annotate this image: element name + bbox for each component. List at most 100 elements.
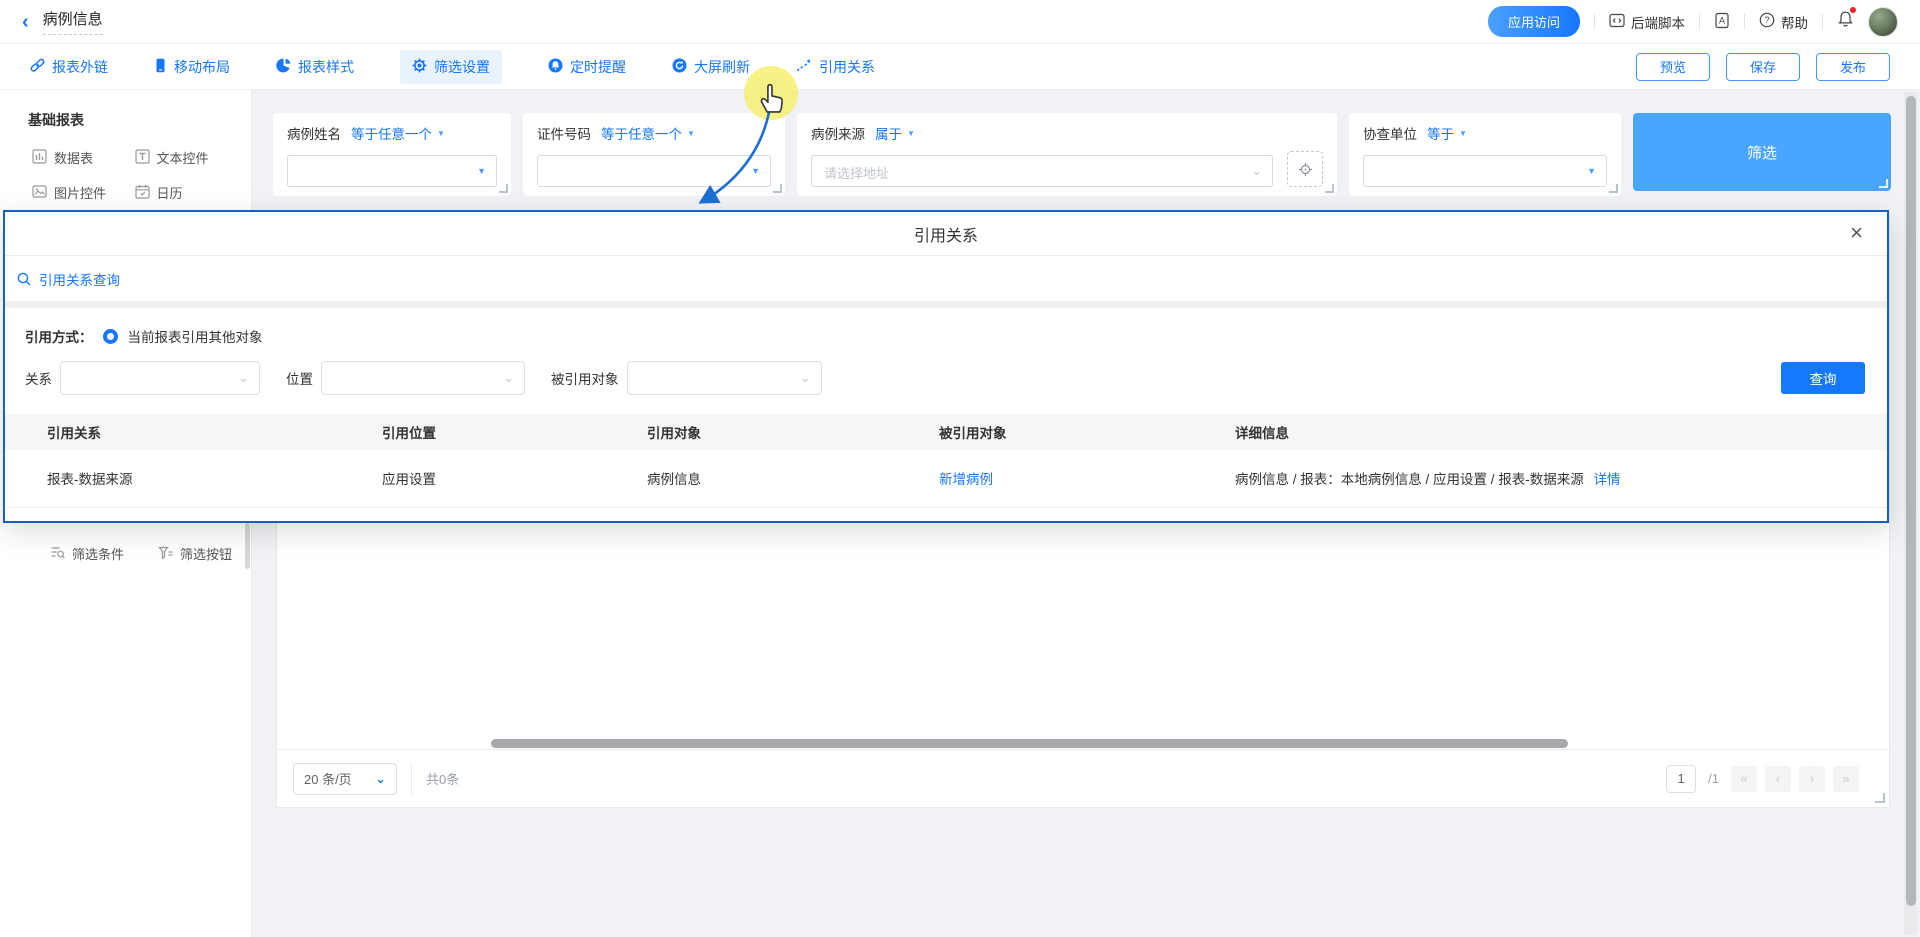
next-page-button[interactable]: › (1799, 766, 1825, 792)
toolbar-item-filter-settings[interactable]: 筛选设置 (400, 50, 502, 84)
case-name-select[interactable]: ▼ (287, 155, 497, 187)
image-widget-icon (32, 184, 47, 202)
address-select[interactable]: 请选择地址 ⌄ (811, 155, 1273, 187)
publish-button[interactable]: 发布 (1816, 53, 1890, 81)
toolbar-item-report-style[interactable]: 报表样式 (276, 57, 354, 77)
pie-icon (276, 58, 291, 76)
question-icon: ? (1759, 12, 1775, 31)
reference-relations-modal: 引用关系 × 引用关系查询 引用方式： 当前报表引用其他对象 关系 ⌄ 位置 ⌄… (3, 210, 1889, 523)
operator-dropdown[interactable]: 等于 (1427, 123, 1454, 143)
operator-dropdown[interactable]: 等于任意一个 (601, 123, 682, 143)
preview-button[interactable]: 预览 (1636, 53, 1710, 81)
id-number-select[interactable]: ▼ (537, 155, 771, 187)
mode-option-label: 当前报表引用其他对象 (128, 326, 263, 346)
total-count: 共0条 (426, 769, 459, 788)
location-picker-button[interactable] (1287, 151, 1323, 187)
page-total-label: /1 (1708, 771, 1719, 786)
notification-bell-icon[interactable] (1837, 10, 1854, 33)
table-header-row: 引用关系 引用位置 引用对象 被引用对象 详细信息 (5, 414, 1887, 450)
data-table-icon (32, 149, 47, 167)
last-page-button[interactable]: » (1833, 766, 1859, 792)
filter-label: 证件号码 (537, 123, 591, 143)
horizontal-scrollbar-thumb[interactable] (491, 739, 1568, 748)
reference-table: 引用关系 引用位置 引用对象 被引用对象 详细信息 报表-数据来源 应用设置 病… (5, 414, 1887, 508)
assist-unit-select[interactable]: ▼ (1363, 155, 1607, 187)
relation-field-label: 关系 (25, 368, 52, 388)
col-header: 引用关系 (5, 414, 382, 450)
top-header: ‹ 病例信息 应用访问 后端脚本 A ? 帮助 (0, 0, 1920, 44)
operator-dropdown[interactable]: 属于 (875, 123, 902, 143)
sidebar-item-image-widget[interactable]: 图片控件 (32, 183, 135, 202)
svg-text:?: ? (1764, 15, 1769, 25)
referenced-object-link[interactable]: 新增病例 (939, 472, 993, 487)
operator-dropdown[interactable]: 等于任意一个 (351, 123, 432, 143)
sidebar-item-calendar[interactable]: 日历 (135, 183, 238, 202)
address-placeholder: 请选择地址 (824, 163, 889, 182)
reference-query-tab[interactable]: 引用关系查询 (5, 256, 1887, 301)
first-page-button[interactable]: « (1731, 766, 1757, 792)
backend-script-button[interactable]: 后端脚本 (1609, 12, 1685, 32)
mode-radio-selected[interactable] (103, 329, 118, 344)
chevron-down-icon: ⌄ (800, 370, 811, 386)
save-button[interactable]: 保存 (1726, 53, 1800, 81)
filter-submit-button[interactable]: 筛选 (1633, 113, 1891, 191)
cell-relation: 报表-数据来源 (5, 450, 382, 507)
link-icon (30, 58, 45, 76)
detail-link[interactable]: 详情 (1594, 472, 1621, 487)
toolbar-item-screen-refresh[interactable]: 大屏刷新 (672, 57, 750, 77)
page-size-select[interactable]: 20 条/页 ⌄ (293, 763, 397, 795)
page-number-input[interactable] (1666, 765, 1696, 793)
notification-dot (1850, 7, 1856, 13)
chevron-down-icon: ⌄ (238, 370, 249, 386)
relation-icon (796, 58, 812, 76)
close-icon[interactable]: × (1850, 220, 1863, 246)
col-header: 被引用对象 (939, 414, 1235, 450)
query-button[interactable]: 查询 (1781, 362, 1865, 394)
col-header: 引用位置 (382, 414, 647, 450)
code-icon (1609, 13, 1625, 31)
sidebar-item-data-table[interactable]: 数据表 (32, 148, 135, 167)
filter-label: 协查单位 (1363, 123, 1417, 143)
gear-icon (412, 58, 427, 76)
app-access-button[interactable]: 应用访问 (1488, 6, 1580, 37)
page-title[interactable]: 病例信息 (43, 8, 103, 35)
page-scrollbar[interactable] (1904, 92, 1917, 935)
sidebar-item-text-widget[interactable]: 文本控件 (135, 148, 238, 167)
toolbar-item-mobile-layout[interactable]: 移动布局 (154, 57, 230, 77)
referenced-select[interactable]: ⌄ (627, 361, 822, 395)
cell-detail: 病例信息 / 报表：本地病例信息 / 应用设置 / 报表-数据来源 (1235, 472, 1584, 487)
relation-select[interactable]: ⌄ (60, 361, 260, 395)
section-divider (5, 301, 1887, 308)
dropdown-triangle-icon: ▼ (477, 166, 486, 176)
mobile-icon (154, 58, 167, 76)
sidebar-scrollbar-thumb[interactable] (245, 523, 250, 569)
position-select[interactable]: ⌄ (321, 361, 525, 395)
filter-card-assist-unit: 协查单位 等于 ▼ ▼ (1349, 113, 1621, 196)
text-widget-icon (135, 149, 150, 167)
prev-page-button[interactable]: ‹ (1765, 766, 1791, 792)
col-header: 详细信息 (1235, 414, 1887, 450)
sidebar-heading: 基础报表 (28, 110, 251, 130)
back-icon[interactable]: ‹ (22, 12, 29, 32)
divider (411, 763, 412, 795)
filter-button-icon (158, 545, 173, 563)
toolbar-item-reference-relations[interactable]: 引用关系 (796, 57, 875, 77)
divider (1699, 14, 1700, 30)
cell-position: 应用设置 (382, 450, 647, 507)
filter-card-case-name: 病例姓名 等于任意一个 ▼ ▼ (273, 113, 511, 196)
sidebar-item-filter-condition[interactable]: 筛选条件 (50, 544, 158, 563)
toolbar-item-timed-reminder[interactable]: 定时提醒 (548, 57, 626, 77)
dropdown-triangle-icon: ▼ (687, 129, 695, 138)
help-button[interactable]: ? 帮助 (1759, 12, 1808, 32)
calendar-icon (135, 184, 150, 202)
col-header: 引用对象 (647, 414, 939, 450)
modal-title: 引用关系 (914, 222, 978, 246)
toolbar-item-report-link[interactable]: 报表外链 (30, 57, 108, 77)
divider (1822, 14, 1823, 30)
filter-card-id-number: 证件号码 等于任意一个 ▼ ▼ (523, 113, 785, 196)
page-scrollbar-thumb[interactable] (1906, 96, 1916, 906)
report-toolbar: 报表外链 移动布局 报表样式 筛选设置 定时提醒 大屏刷新 引用关系 (0, 44, 1920, 90)
avatar[interactable] (1868, 7, 1898, 37)
filter-label: 病例来源 (811, 123, 865, 143)
document-button[interactable]: A (1714, 12, 1730, 32)
